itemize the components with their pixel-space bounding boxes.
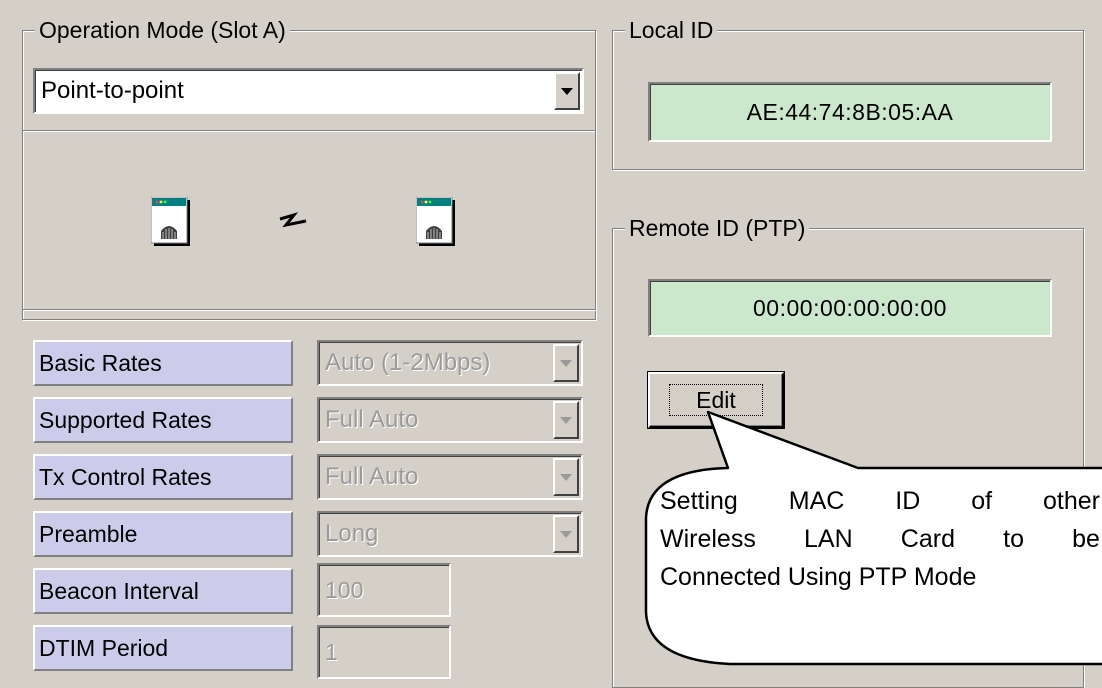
callout-line-1: Setting MAC ID of other — [660, 487, 1100, 515]
callout-line-3: Connected Using PTP Mode — [660, 563, 977, 591]
callout-text: Setting MAC ID of other Wireless LAN Car… — [660, 482, 1100, 596]
callout-line-2: Wireless LAN Card to be — [660, 525, 1100, 553]
